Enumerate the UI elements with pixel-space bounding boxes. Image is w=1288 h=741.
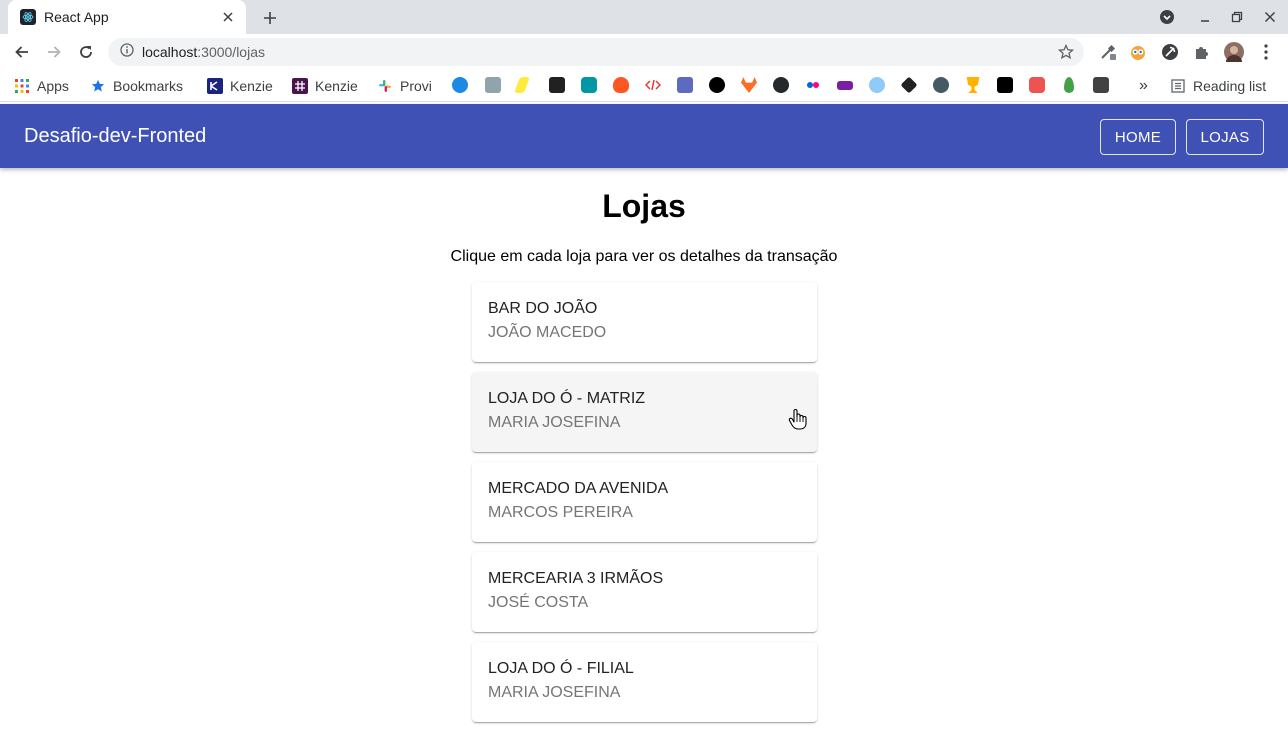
reading-list-button[interactable]: Reading list — [1170, 76, 1266, 96]
hand-pointer-cursor-icon — [788, 408, 808, 430]
reading-list-icon — [1170, 78, 1186, 94]
reload-icon[interactable] — [74, 40, 98, 64]
store-name: MERCADO DA AVENIDA — [488, 480, 669, 497]
extensions-puzzle-icon[interactable] — [1192, 42, 1212, 62]
tab-search-icon[interactable] — [1157, 8, 1177, 26]
cloud-bookmark-icon[interactable] — [869, 77, 885, 93]
triangle-bookmark-icon[interactable] — [709, 77, 725, 93]
tool-bookmark-icon[interactable] — [581, 77, 597, 93]
store-owner: MARCOS PEREIRA — [488, 504, 633, 521]
cube-bookmark-icon[interactable] — [485, 77, 501, 93]
owl-extension-icon[interactable] — [1128, 42, 1148, 62]
url-path: :3000/lojas — [197, 44, 265, 60]
fire-bookmark-icon[interactable] — [613, 77, 629, 93]
home-button[interactable]: HOME — [1100, 119, 1176, 155]
bookmark-label: Provi — [400, 78, 432, 94]
bookmark-provi[interactable]: Provi — [377, 76, 432, 96]
forward-arrow-icon[interactable] — [42, 40, 66, 64]
store-owner: MARIA JOSEFINA — [488, 684, 621, 701]
app-bar: Desafio-dev-Fronted HOME LOJAS — [0, 104, 1288, 168]
store-owner: MARIA JOSEFINA — [488, 414, 621, 431]
store-card[interactable]: BAR DO JOÃO JOÃO MACEDO — [472, 282, 817, 362]
bookmark-bookmarks[interactable]: Bookmarks — [90, 76, 183, 96]
bookmark-kenzie-2[interactable]: Kenzie — [292, 76, 358, 96]
bb-bookmark-icon[interactable] — [549, 77, 565, 93]
bookmark-apps[interactable]: Apps — [14, 76, 69, 96]
store-card[interactable]: MERCADO DA AVENIDA MARCOS PEREIRA — [472, 462, 817, 542]
bookmarks-bar: Apps Bookmarks Kenzie Kenzie Provi » Rea… — [0, 70, 1288, 102]
store-card[interactable]: LOJA DO Ó - FILIAL MARIA JOSEFINA — [472, 642, 817, 722]
tab-title: React App — [44, 9, 109, 25]
eyedropper-extension-icon[interactable] — [1098, 42, 1118, 62]
mongodb-bookmark-icon[interactable] — [1064, 77, 1074, 93]
codepen-bookmark-icon[interactable] — [900, 76, 918, 94]
url-host: localhost — [142, 44, 198, 60]
store-card[interactable]: MERCEARIA 3 IRMÃOS JOSÉ COSTA — [472, 552, 817, 632]
store-name: MERCEARIA 3 IRMÃOS — [488, 570, 664, 587]
browser-toolbar: localhost:3000/lojas — [0, 34, 1288, 70]
slack-logo-icon — [292, 78, 308, 94]
close-window-icon[interactable] — [1260, 8, 1280, 26]
vpn-extension-icon[interactable] — [1160, 42, 1180, 62]
minimize-icon[interactable] — [1195, 8, 1215, 26]
close-tab-icon[interactable] — [220, 9, 236, 25]
store-name: LOJA DO Ó - FILIAL — [488, 660, 634, 677]
site-info-icon[interactable] — [120, 42, 134, 62]
address-bar[interactable]: localhost:3000/lojas — [108, 38, 1084, 66]
more-menu-icon[interactable] — [1256, 42, 1276, 62]
store-name: BAR DO JOÃO — [488, 300, 598, 317]
react-logo-icon — [20, 9, 36, 25]
bookmark-label: Kenzie — [230, 78, 273, 94]
restore-icon[interactable] — [1227, 8, 1247, 26]
bookmark-label: Apps — [37, 78, 69, 94]
hackerrank-bookmark-icon[interactable] — [997, 77, 1013, 93]
app-title: Desafio-dev-Fronted — [24, 124, 207, 147]
browser-tab[interactable]: React App — [8, 0, 246, 34]
code-bookmark-icon[interactable] — [644, 77, 662, 93]
overflow-label: » — [1139, 77, 1148, 94]
reading-list-label: Reading list — [1193, 78, 1267, 94]
bookmark-label: Kenzie — [315, 78, 358, 94]
terminal-bookmark-icon[interactable] — [1093, 77, 1109, 93]
stripes-bookmark-icon[interactable] — [837, 81, 853, 90]
star-icon[interactable] — [1057, 43, 1075, 65]
sketch-bookmark-icon[interactable] — [677, 77, 693, 93]
trophy-bookmark-icon[interactable] — [966, 77, 980, 93]
back-arrow-icon[interactable] — [10, 40, 34, 64]
bookmarks-overflow-button[interactable]: » — [1139, 76, 1148, 96]
messenger-bookmark-icon[interactable] — [452, 77, 468, 93]
store-name: LOJA DO Ó - MATRIZ — [488, 390, 646, 407]
circle-bookmark-icon[interactable] — [933, 77, 949, 93]
apps-grid-icon — [14, 78, 30, 94]
bookmark-label: Bookmarks — [113, 78, 184, 94]
store-card[interactable]: LOJA DO Ó - MATRIZ MARIA JOSEFINA — [472, 372, 817, 452]
slack-logo-icon — [377, 78, 393, 94]
kenzie-logo-icon — [207, 78, 223, 94]
page-title: Lojas — [602, 188, 686, 224]
new-tab-button[interactable] — [258, 6, 282, 30]
red-bookmark-icon[interactable] — [1029, 77, 1045, 93]
underline-bookmark-icon[interactable] — [514, 77, 530, 93]
store-owner: JOÃO MACEDO — [488, 324, 607, 341]
lojas-button[interactable]: LOJAS — [1186, 119, 1264, 155]
browser-tab-strip: React App — [0, 0, 1288, 34]
flickr-bookmark-icon[interactable] — [805, 77, 821, 93]
gitlab-bookmark-icon[interactable] — [741, 77, 757, 93]
github-bookmark-icon[interactable] — [773, 77, 789, 93]
star-icon — [90, 78, 106, 94]
profile-avatar[interactable] — [1224, 42, 1244, 62]
page-subtitle: Clique em cada loja para ver os detalhes… — [450, 248, 838, 265]
store-owner: JOSÉ COSTA — [488, 594, 589, 611]
bookmark-kenzie-1[interactable]: Kenzie — [207, 76, 273, 96]
